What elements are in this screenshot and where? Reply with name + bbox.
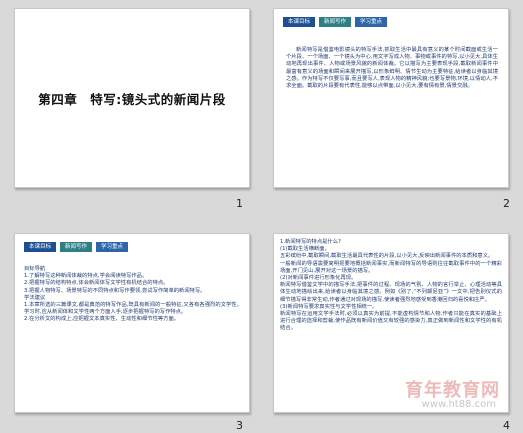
slide-3[interactable]: 本课目标 新闻写作 学习重点 目标导航 1.了解特写这种新闻体裁的特点,学会阅读… xyxy=(14,233,250,413)
slide-number: 1 xyxy=(236,197,243,210)
slide-1[interactable]: 第四章 特写:镜头式的新闻片段 xyxy=(14,8,250,188)
slide-tabs: 本课目标 新闻写作 学习重点 xyxy=(283,17,388,27)
slide-tabs: 本课目标 新闻写作 学习重点 xyxy=(24,242,129,252)
slide-number: 3 xyxy=(236,419,243,432)
text-line: 2.在分析文的构成上,应把握文本真实性、生动性和细节性等方面。 xyxy=(24,316,180,323)
tab-goal[interactable]: 本课目标 xyxy=(24,242,57,252)
slide-4[interactable]: 1.新闻特写的特点是什么? (1)截取生活横断面。 五彩缤纷中,截取瞬间,截取生… xyxy=(273,233,509,413)
slide-number: 2 xyxy=(503,197,510,210)
slide-body: 目标导航 1.了解特写这种新闻体裁的特点,学会阅读特写作品。 2.把握特写的结构… xyxy=(24,266,242,324)
text-line: 一般新闻的导语需要简明扼要地概括新闻事实,而新闻特写的导语则往往截取事件中的一个… xyxy=(280,260,502,274)
text-line: 1.本章所选的三篇课文,都是典范的特写作品,既具有新闻的一般特征,又各有各强烈的… xyxy=(24,302,242,316)
tab-news-writing[interactable]: 新闻写作 xyxy=(319,17,352,27)
text-line: (3)新闻特写要求真实性与文学性相统一。 xyxy=(280,303,378,310)
text-line: 新闻特写在运用文学手法时,必须以真实为前提,不能虚构情节和人物,作者只能在真实的… xyxy=(280,311,502,332)
tab-key-points[interactable]: 学习重点 xyxy=(96,242,129,252)
chapter-title: 第四章 特写:镜头式的新闻片段 xyxy=(38,92,226,107)
tab-news-writing[interactable]: 新闻写作 xyxy=(60,242,93,252)
slide-paragraph: 新闻特写是借鉴电影镜头的特写手法,抓取生活中最具有意义的某个时间截面或生活一个片… xyxy=(286,47,498,90)
tab-key-points[interactable]: 学习重点 xyxy=(355,17,388,27)
text-line: 学法建议 xyxy=(24,294,46,301)
text-line: 3.把握人物特写、场景特写的不同特点和写作要领,尝试写作简单的新闻特写。 xyxy=(24,287,206,294)
text-line: 五彩缤纷中,截取瞬间,截取生活最具代表性的片段,以小见大,反映出新闻事件的本质和… xyxy=(280,253,494,260)
text-line: 2.把握特写的结构特点,体会新闻体写文学性有机结合的特点。 xyxy=(24,280,169,287)
tab-goal[interactable]: 本课目标 xyxy=(283,17,316,27)
text-line: 新闻特写借鉴文学中的描写手法,把事件的过程、现场的气氛、人物的言行举止、心理活动… xyxy=(280,282,502,303)
slide-2[interactable]: 本课目标 新闻写作 学习重点 新闻特写是借鉴电影镜头的特写手法,抓取生活中最具有… xyxy=(273,8,509,188)
slide-number: 4 xyxy=(503,419,510,432)
watermark-url: www.ht88.com xyxy=(421,399,496,410)
slide-body: 1.新闻特写的特点是什么? (1)截取生活横断面。 五彩缤纷中,截取瞬间,截取生… xyxy=(280,239,502,333)
